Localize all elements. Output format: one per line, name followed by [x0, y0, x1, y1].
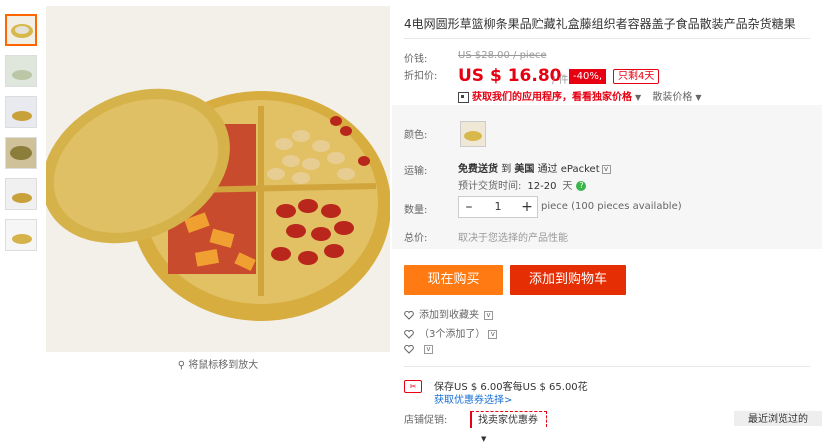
shipping-method[interactable]: ePacket — [561, 164, 600, 175]
quantity-stepper: – 1 + — [458, 196, 538, 218]
chevron-down-icon: ▼ — [481, 435, 487, 443]
shipping-dropdown-icon[interactable]: v — [601, 164, 611, 174]
share-row: v — [404, 344, 433, 355]
shipping-country[interactable]: 美国 — [514, 164, 534, 175]
color-option[interactable] — [460, 121, 486, 147]
free-shipping: 免费送货 — [458, 164, 498, 175]
thumbnail-6[interactable] — [5, 219, 37, 251]
quantity-input[interactable]: 1 — [479, 197, 517, 217]
coupon-icon: ✂ — [404, 380, 422, 393]
chevron-down-icon[interactable]: ▼ — [635, 93, 641, 102]
shipping-label: 运输: — [404, 166, 428, 177]
original-price: US $28.00 / piece — [458, 50, 547, 61]
wishlist-count-dropdown-icon[interactable]: v — [488, 329, 498, 339]
color-label: 颜色: — [404, 130, 428, 141]
thumbnail-2[interactable] — [5, 55, 37, 87]
wishlist-count-row: （3个添加了） v — [404, 325, 498, 340]
thumbnail-list — [5, 14, 39, 260]
buy-now-button[interactable]: 现在购买 — [404, 265, 503, 295]
delivery-estimate: 预计交货时间: 12-20 天? — [458, 177, 587, 192]
quantity-available: piece (100 pieces available) — [541, 201, 682, 212]
share-dropdown-icon[interactable]: v — [424, 344, 433, 354]
discount-badge: -40%, — [569, 69, 607, 84]
divider — [404, 38, 810, 39]
decrease-button[interactable]: – — [459, 197, 479, 217]
divider — [404, 366, 810, 367]
thumbnail-1[interactable] — [5, 14, 37, 46]
delivery-label: 预计交货时间: — [458, 181, 522, 192]
qr-code-icon — [458, 91, 469, 103]
heart-icon — [404, 329, 414, 339]
app-promo-link[interactable]: 获取我们的应用程序，看看独家价格 — [472, 92, 632, 103]
product-title: 4电网圆形草篮柳条果品贮藏礼盒藤组织者容器盖子食品散装产品杂货糖果 — [404, 17, 796, 31]
chevron-down-icon[interactable]: ▼ — [695, 93, 701, 102]
thumbnail-3[interactable] — [5, 96, 37, 128]
sale-price: US $ 16.80 — [458, 66, 562, 86]
quantity-label: 数量: — [404, 205, 428, 216]
thumbnail-5[interactable] — [5, 178, 37, 210]
total-label: 总价: — [404, 233, 428, 244]
recently-viewed-tab[interactable]: 最近浏览过的 — [734, 411, 822, 426]
app-promo: 获取我们的应用程序，看看独家价格 ▼ 散装价格 ▼ — [458, 88, 702, 103]
heart-icon[interactable] — [404, 310, 414, 320]
shipping-to: 到 — [501, 164, 512, 175]
help-icon[interactable]: ? — [576, 181, 587, 191]
delivery-unit: 天 — [562, 181, 573, 192]
discount-price-label: 折扣价: — [404, 71, 438, 82]
store-promo-label: 店铺促销: — [404, 415, 448, 426]
coupon-link[interactable]: 获取优惠券选择> — [434, 391, 512, 406]
wishlist-row: 添加到收藏夹 v — [404, 306, 493, 321]
add-to-cart-button[interactable]: 添加到购物车 — [510, 265, 626, 295]
wishlist-count: （3个添加了） — [419, 329, 486, 340]
price-unit: / 件 — [552, 75, 569, 86]
bulk-price-link[interactable]: 散装价格 — [652, 92, 692, 103]
product-info-panel: 4电网圆形草篮柳条果品贮藏礼盒藤组织者容器盖子食品散装产品杂货糖果 价钱: US… — [392, 0, 822, 443]
price-label: 价钱: — [404, 54, 428, 65]
thumbnail-4[interactable] — [5, 137, 37, 169]
wishlist-dropdown-icon[interactable]: v — [484, 310, 493, 320]
add-to-wishlist[interactable]: 添加到收藏夹 — [419, 310, 479, 321]
options-section — [392, 105, 822, 249]
zoom-hint-text: 将鼠标移到放大 — [188, 360, 259, 371]
shipping-via: 通过 — [537, 164, 558, 175]
zoom-hint: ⚲ 将鼠标移到放大 — [46, 356, 390, 371]
shipping-info: 免费送货 到 美国 通过 ePacket v — [458, 160, 611, 175]
increase-button[interactable]: + — [517, 197, 537, 217]
store-coupon-button[interactable]: 找卖家优惠券 ▼ — [470, 411, 547, 443]
product-main-image[interactable] — [46, 6, 390, 352]
total-note: 取决于您选择的产品性能 — [458, 233, 568, 244]
magnifier-icon: ⚲ — [177, 360, 189, 371]
product-photo — [46, 6, 390, 352]
delivery-days: 12-20 — [527, 181, 557, 192]
time-left-badge: 只剩4天 — [613, 69, 660, 84]
heart-add-icon[interactable] — [404, 344, 414, 354]
store-coupon-label: 找卖家优惠券 — [478, 415, 538, 426]
